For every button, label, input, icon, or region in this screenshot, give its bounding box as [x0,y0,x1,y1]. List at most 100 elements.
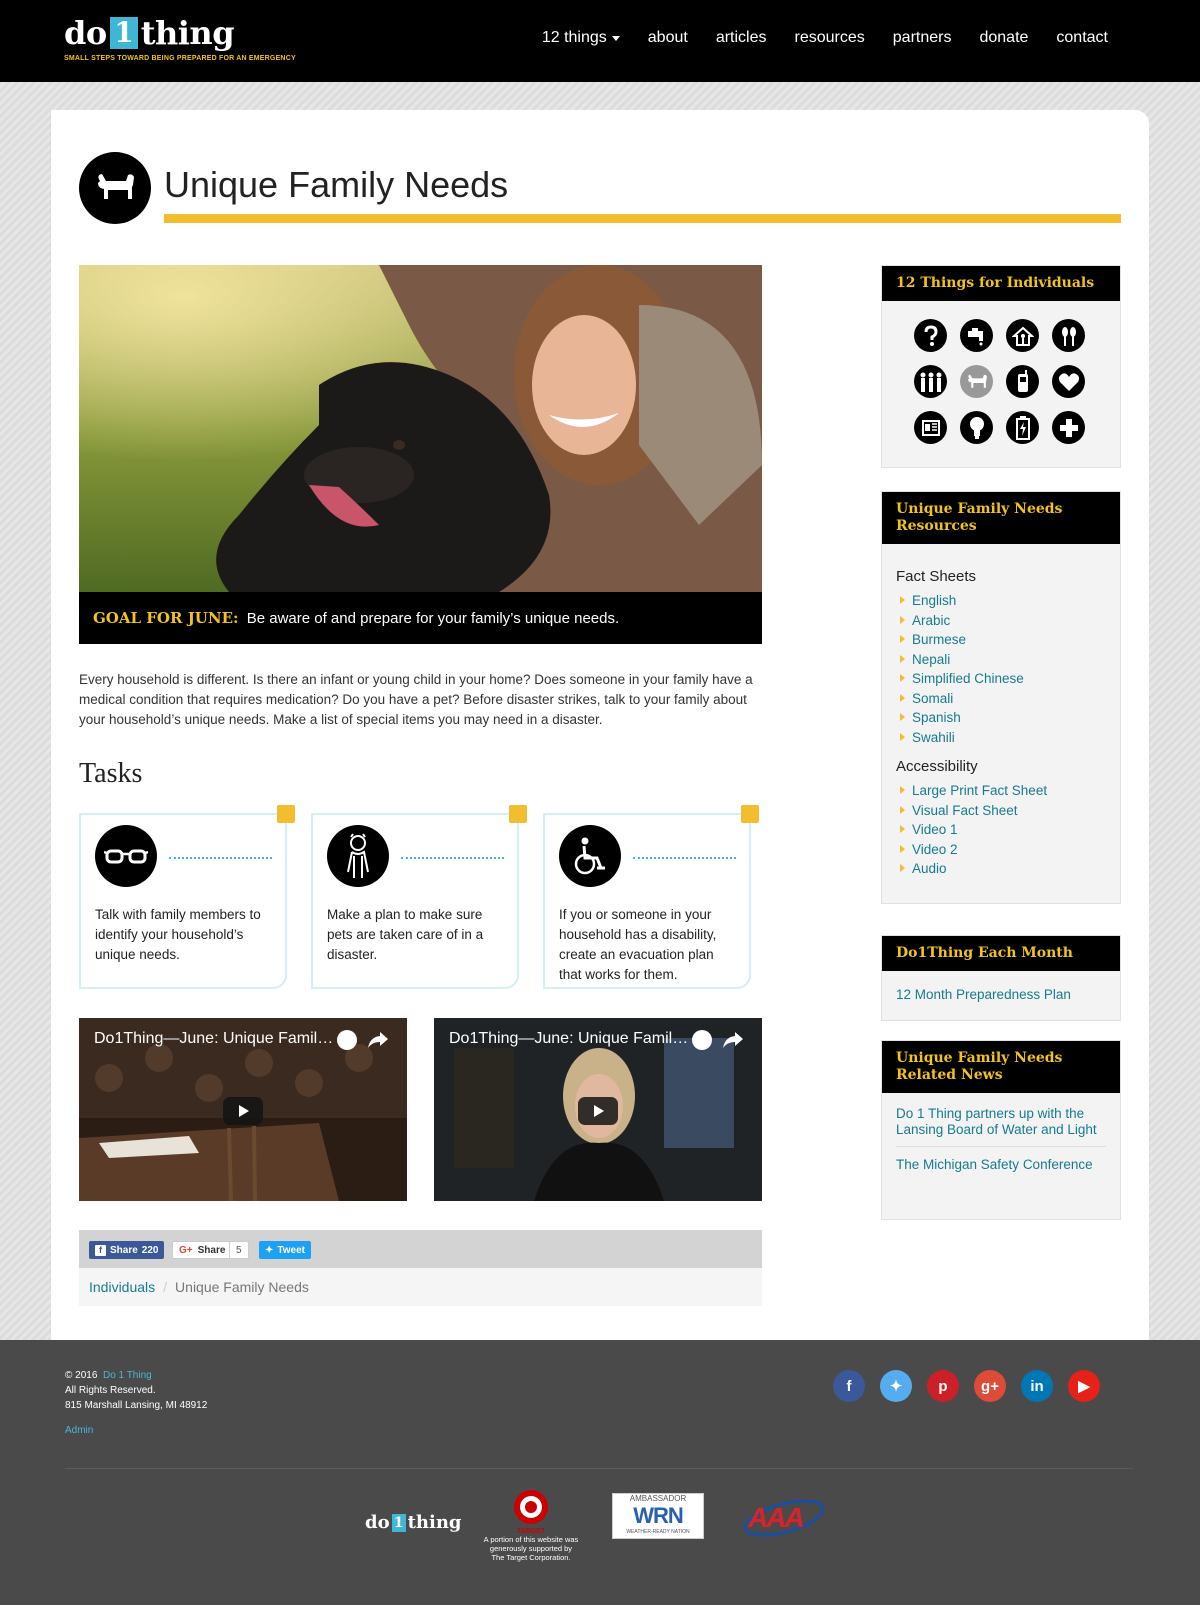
hero: GOAL FOR JUNE: Be aware of and prepare f… [79,265,762,644]
aaa-wordmark: AAA [748,1502,805,1533]
footer-info: © 2016 Do 1 Thing All Rights Reserved. 8… [65,1368,207,1438]
question-icon[interactable] [914,319,947,352]
nav-resources[interactable]: resources [795,29,865,47]
fact-sheet-link[interactable]: Somali [900,689,1106,709]
twitter-icon[interactable]: ✦ [880,1370,912,1402]
do1thing-logo[interactable]: do 1 thing [365,1512,462,1533]
footer-org-link[interactable]: Do 1 Thing [103,1370,152,1381]
battery-icon[interactable] [1006,411,1039,444]
nav-donate[interactable]: donate [979,29,1028,47]
news-widget: Unique Family Needs Related News Do 1 Th… [881,1040,1121,1220]
family-icon[interactable] [914,365,947,398]
document-icon[interactable] [914,411,947,444]
nav-articles[interactable]: articles [716,29,767,47]
breadcrumb-individuals[interactable]: Individuals [89,1279,155,1295]
aaa-logo[interactable]: AAA [740,1496,828,1540]
task-text: If you or someone in your household has … [559,907,717,982]
intro-paragraph: Every household is different. Is there a… [79,672,753,727]
watch-later-icon[interactable] [692,1030,712,1050]
accessibility-link[interactable]: Audio [900,859,1106,879]
fact-sheet-link[interactable]: Nepali [900,650,1106,670]
accessibility-link[interactable]: Visual Fact Sheet [900,801,1106,821]
site-logo[interactable]: do 1 thing SMALL STEPS TOWARD BEING PREP… [64,14,296,62]
wrn-ambassador-logo[interactable]: AMBASSADOR WRN WEATHER-READY NATION [612,1493,704,1539]
target-wordmark: TARGET [516,1528,546,1535]
video-player[interactable]: Do1Thing—June: Unique Family Needs [79,1018,407,1201]
share-icon[interactable] [722,1030,744,1050]
accessibility-link[interactable]: Large Print Fact Sheet [900,781,1106,801]
dog-icon[interactable] [960,365,993,398]
nav-partners[interactable]: partners [893,29,952,47]
task-text: Talk with family members to identify you… [95,907,261,962]
tweet-label: Tweet [277,1244,305,1256]
preparedness-plan-link[interactable]: 12 Month Preparedness Plan [896,987,1106,1003]
fact-sheet-link[interactable]: Swahili [900,728,1106,748]
shelter-icon[interactable] [1006,319,1039,352]
task-checkbox[interactable] [741,805,759,823]
google-plus-icon: G+ [179,1244,193,1256]
fact-sheet-link[interactable]: English [900,591,1106,611]
fact-sheets-heading: Fact Sheets [896,568,977,585]
linkedin-icon[interactable]: in [1021,1370,1053,1402]
utensils-icon[interactable] [1052,319,1085,352]
fact-sheet-link[interactable]: Spanish [900,708,1106,728]
fact-sheet-link[interactable]: Arabic [900,611,1106,631]
page-title: Unique Family Needs [164,164,509,205]
breadcrumb-current: Unique Family Needs [175,1279,309,1295]
goal-text: Be aware of and prepare for your family’… [246,610,620,627]
fact-sheet-link[interactable]: Simplified Chinese [900,669,1106,689]
watch-later-icon[interactable] [337,1030,357,1050]
target-logo[interactable]: TARGET A portion of this website was gen… [483,1488,579,1562]
rights-text: All Rights Reserved. [65,1385,156,1396]
logo-word-do: do [64,14,107,52]
accessibility-link[interactable]: Video 2 [900,840,1106,860]
site-footer: © 2016 Do 1 Thing All Rights Reserved. 8… [0,1340,1200,1605]
glasses-icon [95,825,157,887]
wrn-bottom: WEATHER-READY NATION [626,1529,690,1535]
logo-tagline: SMALL STEPS TOWARD BEING PREPARED FOR AN… [64,55,296,62]
share-bar: f Share 220 G+ Share 5 ✦ Tweet [79,1230,762,1268]
water-tap-icon[interactable] [960,319,993,352]
partner-logos: do 1 thing TARGET A portion of this webs… [360,1488,860,1588]
first-aid-icon[interactable] [1052,411,1085,444]
heart-icon[interactable] [1052,365,1085,398]
play-icon[interactable] [223,1097,263,1125]
main-nav: 12 things about articles resources partn… [514,0,1108,76]
facebook-icon[interactable]: f [833,1370,865,1402]
news-link[interactable]: The Michigan Safety Conference [896,1157,1106,1173]
accessibility-link[interactable]: Video 1 [900,820,1106,840]
video-player[interactable]: Do1Thing—June: Unique Family Needs [434,1018,762,1201]
things-icon-grid [882,301,1120,462]
nav-about[interactable]: about [648,29,688,47]
wrn-top: AMBASSADOR [629,1494,687,1503]
accessibility-heading: Accessibility [896,758,978,775]
admin-link[interactable]: Admin [65,1425,93,1436]
fact-sheet-link[interactable]: Burmese [900,630,1106,650]
target-icon [514,1490,548,1524]
news-link[interactable]: Do 1 Thing partners up with the Lansing … [896,1106,1106,1147]
facebook-share-button[interactable]: f Share 220 [89,1241,165,1259]
things-widget-title: 12 Things for Individuals [882,266,1120,301]
child-icon [327,825,389,887]
youtube-icon[interactable]: ▶ [1068,1370,1100,1402]
accessibility-list: Large Print Fact Sheet Visual Fact Sheet… [900,781,1106,879]
google-share-label: Share [197,1244,226,1256]
phone-icon[interactable] [1006,365,1039,398]
nav-12-things[interactable]: 12 things [542,29,620,47]
resources-widget: Unique Family Needs Resources Fact Sheet… [881,491,1121,904]
google-share-button[interactable]: G+ Share [172,1241,233,1259]
news-widget-title: Unique Family Needs Related News [882,1041,1120,1093]
task-text: Make a plan to make sure pets are taken … [327,907,484,962]
google-plus-icon[interactable]: g+ [974,1370,1006,1402]
task-checkbox[interactable] [509,805,527,823]
pinterest-icon[interactable]: p [927,1370,959,1402]
fact-sheets-list: English Arabic Burmese Nepali Simplified… [900,591,1106,748]
task-checkbox[interactable] [277,805,295,823]
play-icon[interactable] [578,1097,618,1125]
share-icon[interactable] [367,1030,389,1050]
nav-contact[interactable]: contact [1056,29,1108,47]
tweet-button[interactable]: ✦ Tweet [259,1241,311,1259]
logo-one: 1 [109,17,138,49]
lightbulb-icon[interactable] [960,411,993,444]
chevron-down-icon [611,35,620,41]
